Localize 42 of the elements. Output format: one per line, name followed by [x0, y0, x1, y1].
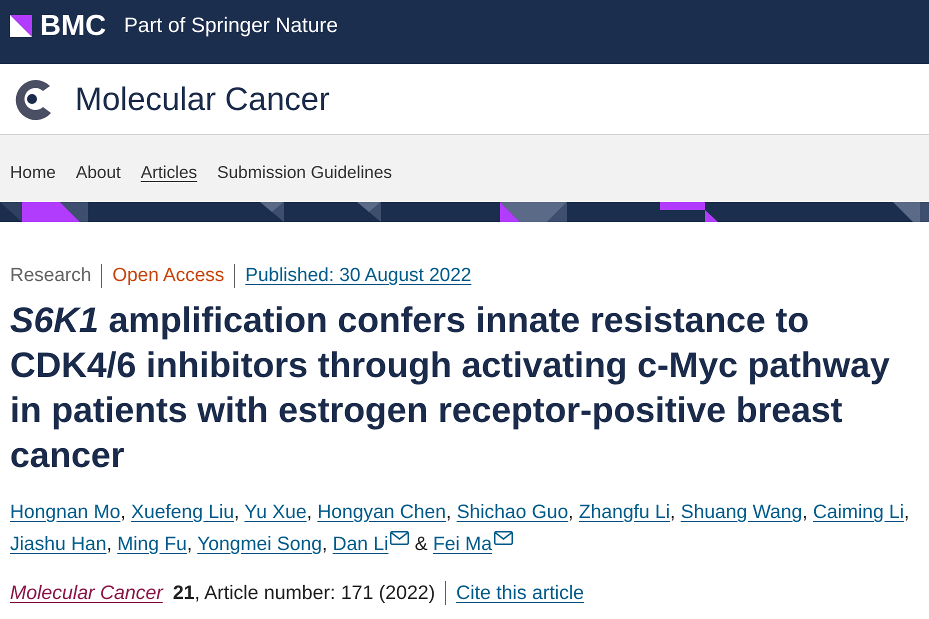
journal-link[interactable]: Molecular Cancer: [10, 581, 163, 605]
brand-tagline: Part of Springer Nature: [124, 16, 338, 36]
author-link[interactable]: Ming Fu: [117, 534, 187, 555]
brand-logo-text: BMC: [40, 12, 106, 40]
article-type-text: Research: [10, 264, 92, 288]
author-link[interactable]: Zhangfu Li: [578, 502, 670, 523]
author-separator: ,: [106, 534, 112, 555]
author-link[interactable]: Shuang Wang: [680, 502, 802, 523]
author-separator: ,: [234, 502, 240, 523]
author-separator: &: [414, 534, 428, 555]
author-separator: ,: [306, 502, 312, 523]
author-separator: ,: [670, 502, 676, 523]
author-link[interactable]: Hongyan Chen: [317, 502, 446, 523]
author-link[interactable]: Yu Xue: [244, 502, 307, 523]
author-link[interactable]: Dan Li: [332, 534, 388, 555]
published-date-link[interactable]: Published: 30 August 2022: [245, 264, 472, 288]
nav-link[interactable]: Submission Guidelines: [217, 162, 392, 183]
nav-link[interactable]: Articles: [140, 162, 198, 183]
author-link[interactable]: Caiming Li: [812, 502, 904, 523]
author-link[interactable]: Fei Ma: [433, 534, 492, 555]
author-separator: ,: [904, 502, 910, 523]
brand-logo-icon: [10, 15, 32, 37]
author-separator: ,: [120, 502, 126, 523]
author-separator: ,: [186, 534, 192, 555]
article-title: S6K1 amplification confers innate resistance to CDK4/6 inhibitors through activating c-Myc pathway in patients with estrogen receptor-positive breast cancer: [10, 299, 891, 477]
author-link[interactable]: Shichao Guo: [456, 502, 568, 523]
journal-title-link[interactable]: Molecular Cancer: [75, 82, 330, 116]
nav-link[interactable]: Home: [10, 162, 56, 183]
author-separator: ,: [568, 502, 574, 523]
author-separator: ,: [322, 534, 328, 555]
author-link[interactable]: Jiashu Han: [10, 534, 106, 555]
author-link[interactable]: Xuefeng Liu: [131, 502, 234, 523]
author-link[interactable]: Hongnan Mo: [10, 502, 120, 523]
nav-link[interactable]: About: [76, 162, 121, 183]
open-access-text: Open Access: [112, 264, 224, 288]
author-separator: ,: [802, 502, 808, 523]
citation-details: 21, Article number: 171 (2022): [172, 581, 436, 605]
cite-article-link[interactable]: Cite this article: [456, 581, 584, 605]
author-separator: ,: [446, 502, 452, 523]
mail-icon[interactable]: [494, 531, 513, 545]
mail-icon[interactable]: [390, 531, 410, 545]
author-link[interactable]: Yongmei Song: [197, 534, 322, 555]
